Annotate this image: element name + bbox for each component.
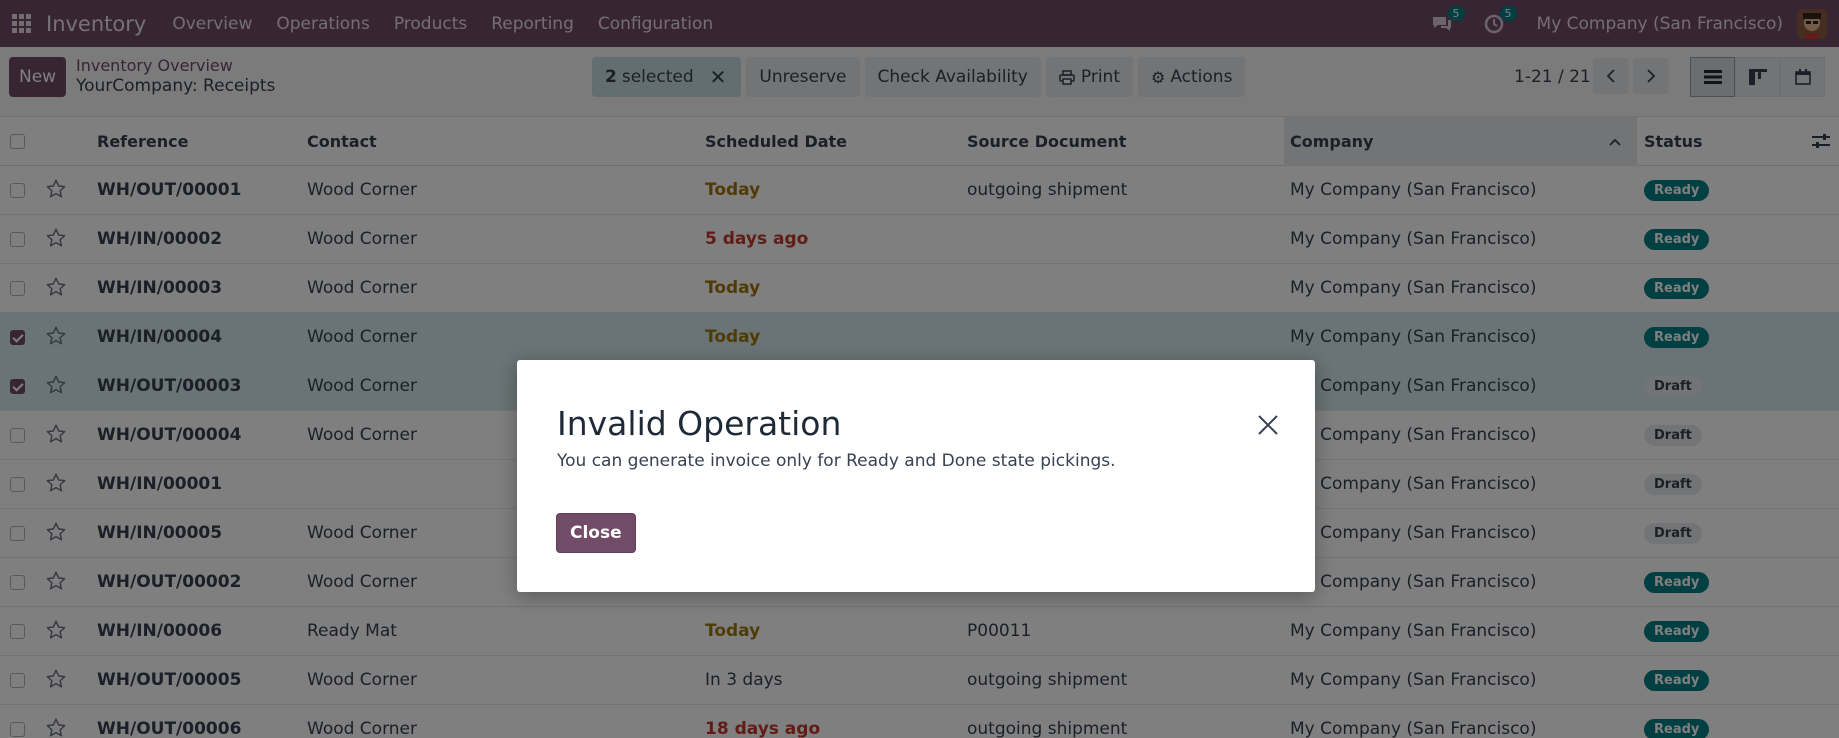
close-button[interactable]: Close xyxy=(556,513,636,553)
close-icon[interactable] xyxy=(1254,411,1282,439)
dialog-title: Invalid Operation xyxy=(557,404,842,443)
dialog-message: You can generate invoice only for Ready … xyxy=(557,451,1116,471)
invalid-operation-dialog: Invalid Operation You can generate invoi… xyxy=(517,360,1315,592)
